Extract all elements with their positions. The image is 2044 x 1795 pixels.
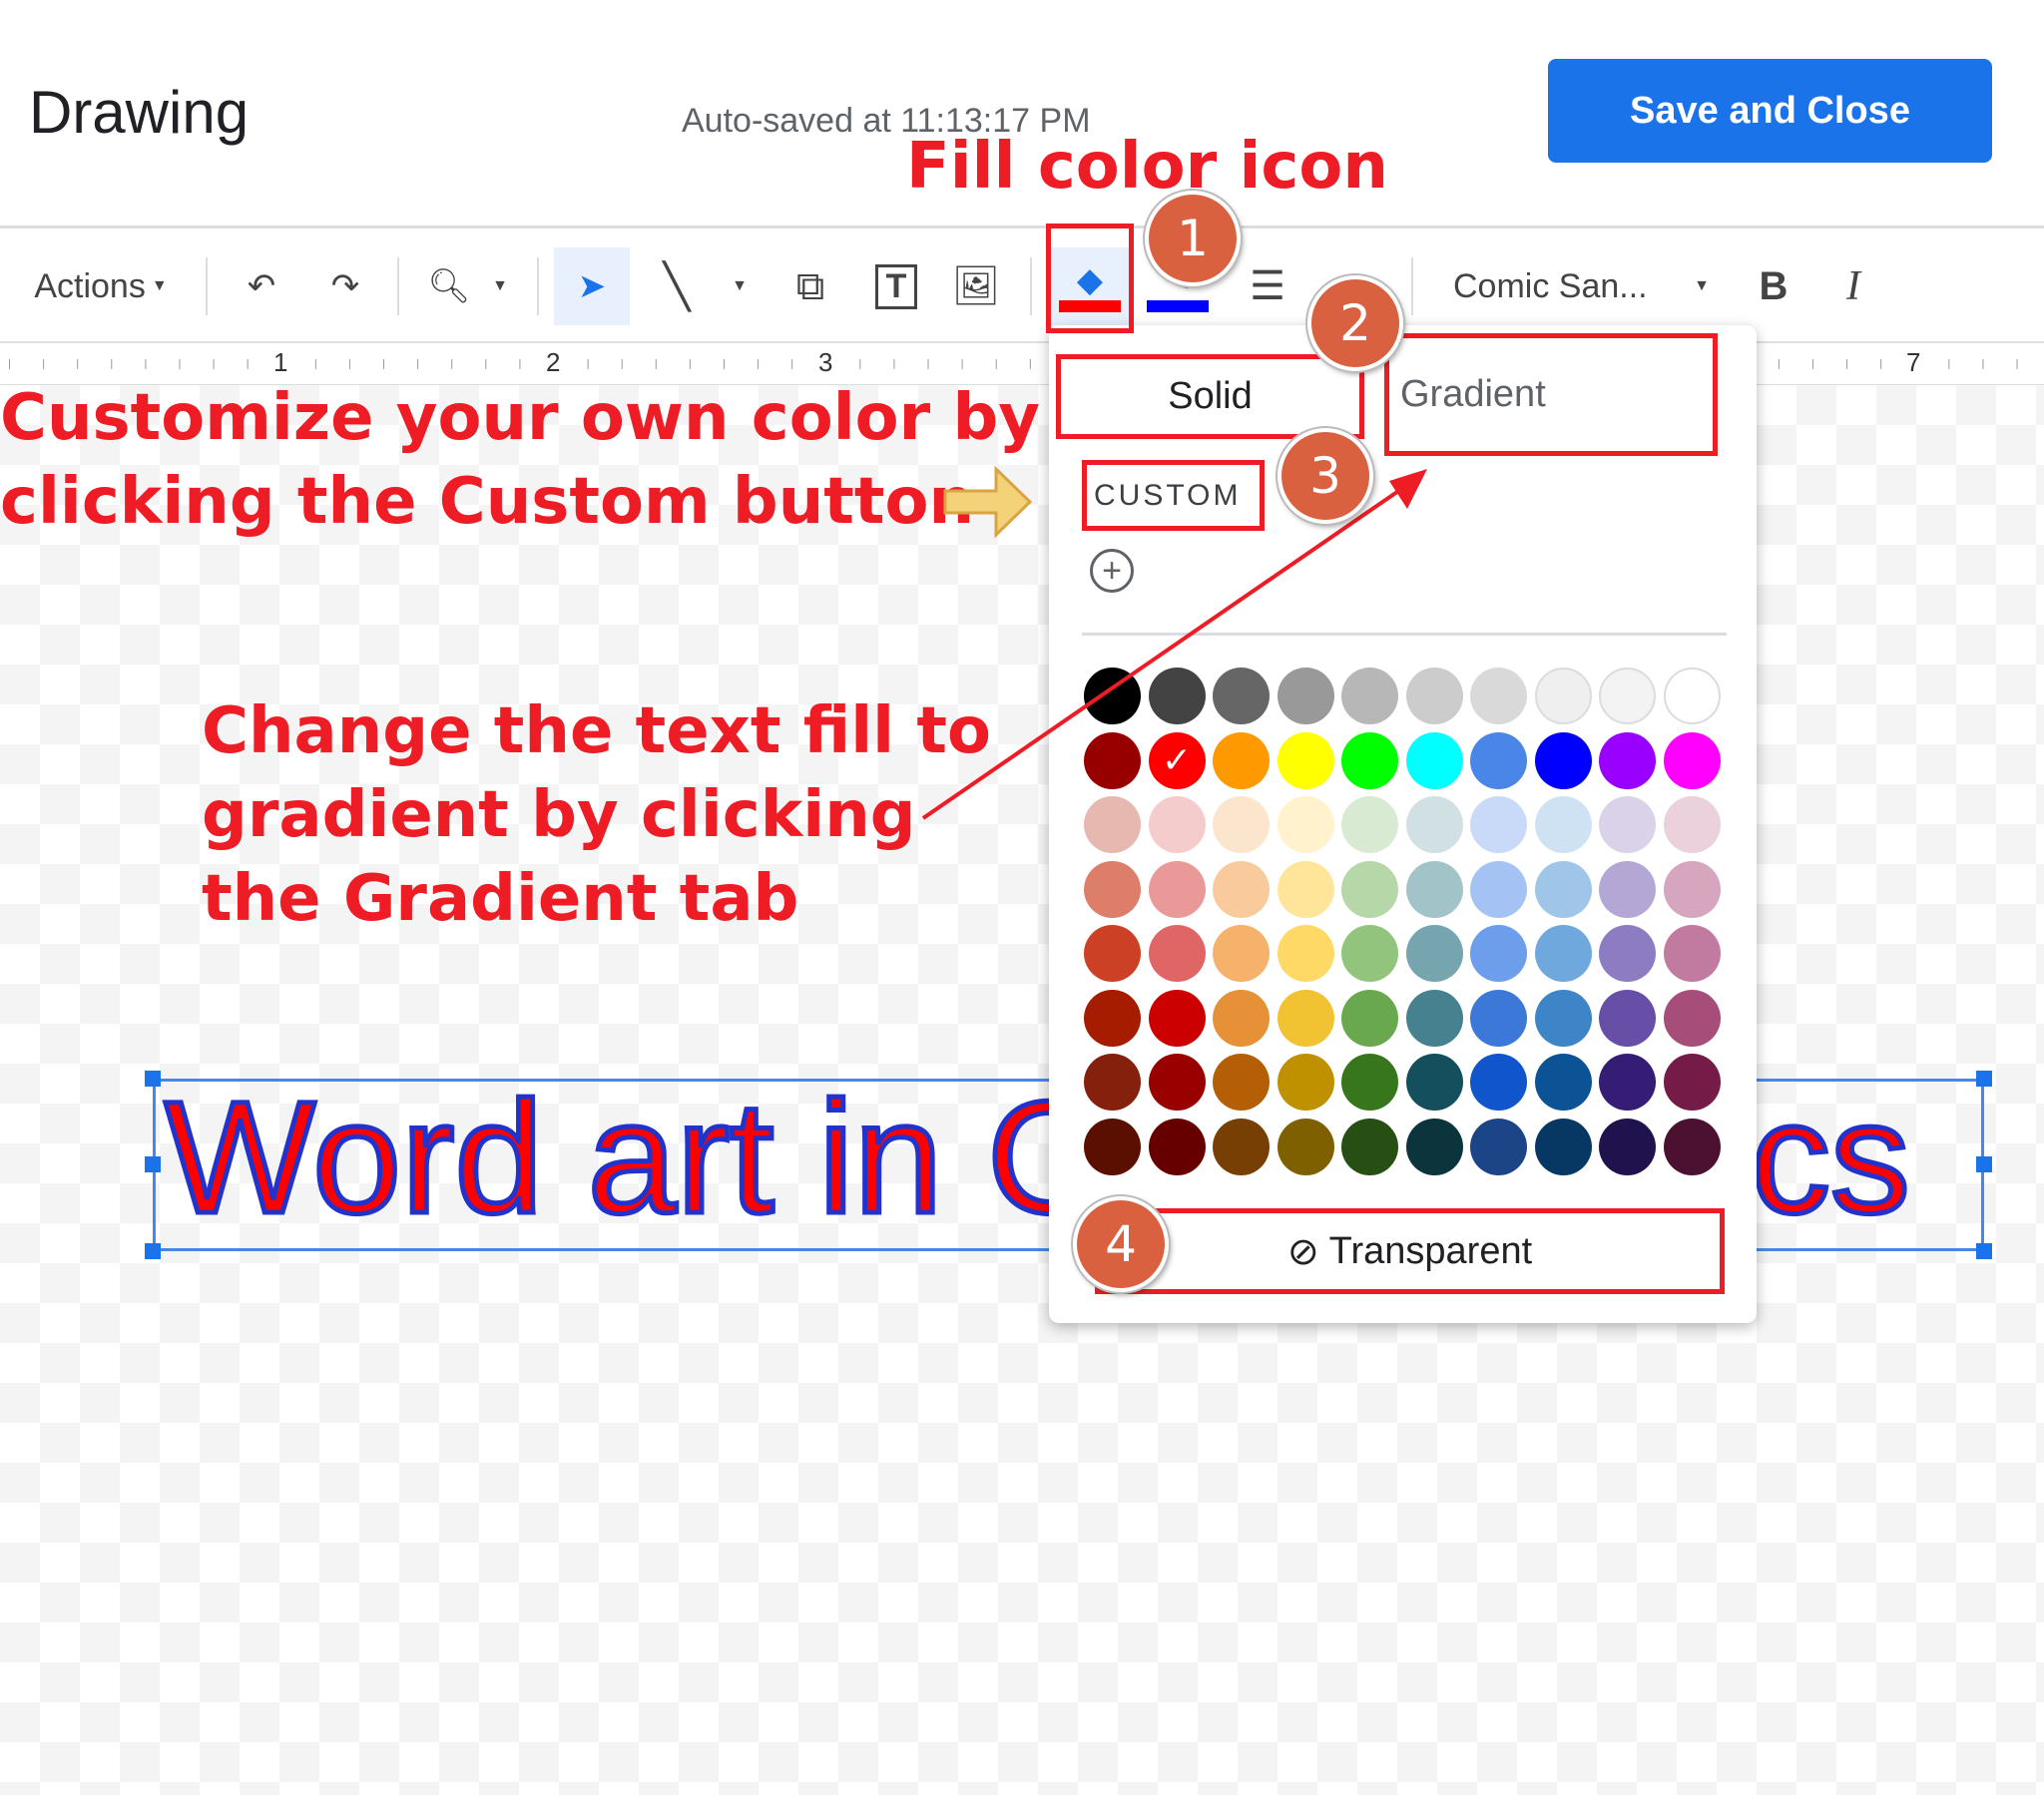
step-badge-2: 2: [1307, 275, 1403, 371]
annotation-arrows: [921, 465, 1427, 820]
step-badge-4: 4: [1073, 1196, 1169, 1292]
red-arrowhead: [1389, 469, 1427, 509]
step-badge-3: 3: [1278, 428, 1373, 524]
step-badge-1: 1: [1145, 191, 1241, 286]
yellow-arrow-icon: [943, 465, 1033, 539]
